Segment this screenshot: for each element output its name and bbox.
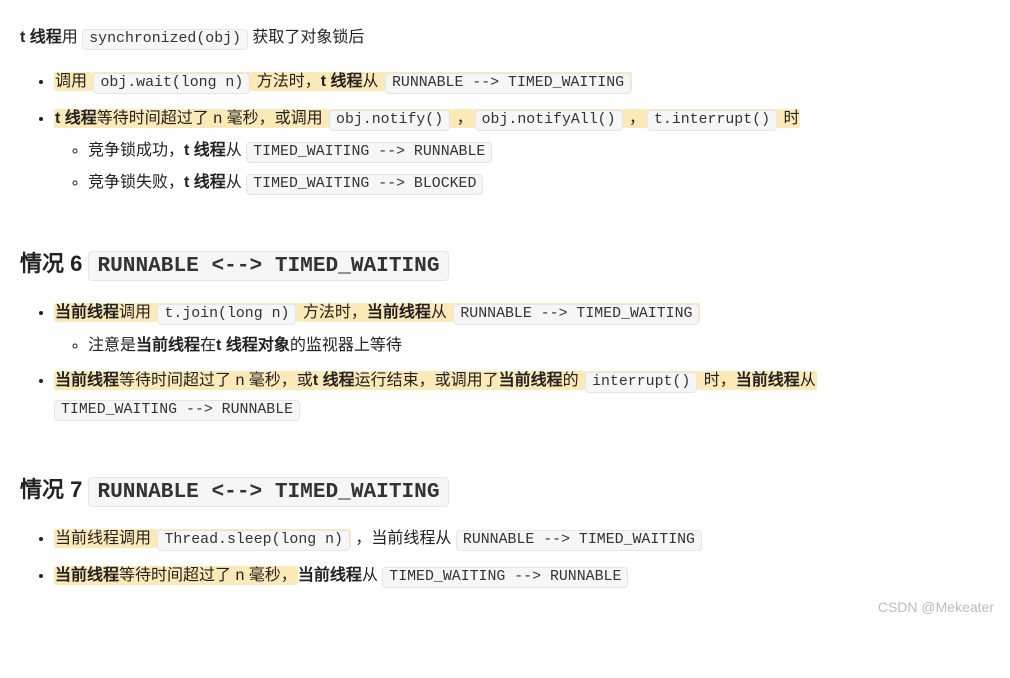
- list-item: 当前线程调用 t.join(long n) 方法时，当前线程从 RUNNABLE…: [54, 299, 990, 358]
- hl-span: 当前线程等待时间超过了 n 毫秒，或t 线程运行结束，或调用了当前线程的: [54, 371, 584, 390]
- text: 调用: [55, 73, 91, 90]
- heading-code: RUNNABLE <--> TIMED_WAITING: [88, 477, 448, 507]
- text: 从: [226, 142, 246, 159]
- list-case-7: 当前线程调用 Thread.sleep(long n) ，当前线程从 RUNNA…: [20, 525, 990, 590]
- hl-code-wrap: obj.wait(long n): [92, 72, 251, 91]
- sublist: 竞争锁成功，t 线程从 TIMED_WAITING --> RUNNABLE 竞…: [54, 137, 990, 198]
- text: 等待时间超过了 n 毫秒，或: [119, 372, 313, 389]
- hl-code-wrap: interrupt(): [584, 371, 698, 390]
- bold: t 线程对象: [216, 337, 290, 354]
- heading-prefix: 情况 6: [20, 251, 88, 276]
- hl-span: ，: [451, 109, 473, 128]
- hl-code-wrap: RUNNABLE --> TIMED_WAITING: [384, 72, 632, 91]
- heading-prefix: 情况 7: [20, 477, 88, 502]
- hl-span: ，: [624, 109, 646, 128]
- list-item: 当前线程等待时间超过了 n 毫秒，当前线程从 TIMED_WAITING -->…: [54, 562, 990, 590]
- text: 从: [363, 73, 383, 90]
- list-item: t 线程等待时间超过了 n 毫秒，或调用 obj.notify() ，obj.n…: [54, 105, 990, 198]
- bold: 当前线程: [736, 372, 800, 389]
- watermark: CSDN @Mekeater: [878, 596, 994, 620]
- hl-span: 调用: [54, 72, 92, 91]
- hl-span: 当前线程调用: [54, 529, 156, 548]
- text: 从: [362, 567, 382, 584]
- heading-case-7: 情况 7 RUNNABLE <--> TIMED_WAITING: [20, 471, 990, 511]
- hl-span: 方法时，当前线程从: [297, 303, 452, 322]
- text: 在: [200, 337, 216, 354]
- list-item: 竞争锁失败，t 线程从 TIMED_WAITING --> BLOCKED: [88, 169, 990, 197]
- bold: 当前线程: [55, 567, 119, 584]
- hl-span: t 线程等待时间超过了 n 毫秒，或调用: [54, 109, 328, 128]
- hl-code-wrap: RUNNABLE --> TIMED_WAITING: [452, 303, 700, 322]
- bold: t 线程: [321, 73, 363, 90]
- intro-line: t 线程用 synchronized(obj) 获取了对象锁后: [20, 24, 990, 52]
- list-item: 注意是当前线程在t 线程对象的监视器上等待: [88, 332, 990, 359]
- code: TIMED_WAITING --> BLOCKED: [246, 174, 483, 195]
- text: 调用: [119, 304, 155, 321]
- hl-code-wrap: Thread.sleep(long n): [156, 529, 351, 548]
- code: Thread.sleep(long n): [157, 530, 350, 551]
- bold: t 线程: [184, 174, 226, 191]
- hl-code-wrap: obj.notifyAll(): [474, 109, 624, 128]
- code: obj.notifyAll(): [475, 110, 623, 131]
- code: RUNNABLE --> TIMED_WAITING: [453, 304, 699, 325]
- hl-span: 当前线程调用: [54, 303, 156, 322]
- hl-span: 当前线程等待时间超过了 n 毫秒，: [54, 566, 298, 585]
- bold: 当前线程: [298, 567, 362, 584]
- heading-case-6: 情况 6 RUNNABLE <--> TIMED_WAITING: [20, 245, 990, 285]
- code: RUNNABLE --> TIMED_WAITING: [456, 530, 702, 551]
- hl-code-wrap: t.join(long n): [156, 303, 297, 322]
- text: 等待时间超过了 n 毫秒，: [119, 567, 297, 584]
- hl-code-wrap: t.interrupt(): [646, 109, 778, 128]
- text: 竞争锁成功，: [88, 142, 184, 159]
- heading-code: RUNNABLE <--> TIMED_WAITING: [88, 251, 448, 281]
- list-case-6: 当前线程调用 t.join(long n) 方法时，当前线程从 RUNNABLE…: [20, 299, 990, 423]
- text: 从: [431, 304, 451, 321]
- text: ，当前线程从: [351, 530, 456, 547]
- hl-span: 方法时，t 线程从: [251, 72, 384, 91]
- text: 的监视器上等待: [290, 337, 402, 354]
- bold: 当前线程: [499, 372, 563, 389]
- code: interrupt(): [585, 372, 697, 393]
- code: t.interrupt(): [647, 110, 777, 131]
- list-item: 当前线程等待时间超过了 n 毫秒，或t 线程运行结束，或调用了当前线程的 int…: [54, 367, 990, 424]
- hl-span: 时: [778, 109, 800, 128]
- text: 从: [226, 174, 246, 191]
- code: t.join(long n): [157, 304, 296, 325]
- intro-bold: t 线程: [20, 29, 62, 46]
- bold: t 线程: [313, 372, 355, 389]
- text: 方法时，: [298, 304, 366, 321]
- code: TIMED_WAITING --> RUNNABLE: [382, 567, 628, 588]
- text: 注意是: [88, 337, 136, 354]
- bold: 当前线程: [55, 304, 119, 321]
- hl-span: 时，当前线程从: [698, 371, 816, 390]
- text: 方法时，: [252, 73, 320, 90]
- intro-code1: synchronized(obj): [82, 29, 248, 50]
- code: RUNNABLE --> TIMED_WAITING: [385, 73, 631, 94]
- bold: t 线程: [55, 110, 97, 127]
- text: 从: [800, 372, 816, 389]
- bold: t 线程: [184, 142, 226, 159]
- bold: 当前线程: [367, 304, 431, 321]
- text: 等待时间超过了 n 毫秒，或调用: [97, 110, 327, 127]
- text: 的: [563, 372, 583, 389]
- text: 竞争锁失败，: [88, 174, 184, 191]
- bold: 当前线程: [55, 372, 119, 389]
- sublist: 注意是当前线程在t 线程对象的监视器上等待: [54, 332, 990, 359]
- text: 运行结束，或调用了: [355, 372, 499, 389]
- bold: 当前线程: [136, 337, 200, 354]
- code: TIMED_WAITING --> RUNNABLE: [54, 400, 300, 421]
- list-item: 竞争锁成功，t 线程从 TIMED_WAITING --> RUNNABLE: [88, 137, 990, 165]
- code: obj.wait(long n): [93, 73, 250, 94]
- list-item: 调用 obj.wait(long n) 方法时，t 线程从 RUNNABLE -…: [54, 68, 990, 96]
- list-1: 调用 obj.wait(long n) 方法时，t 线程从 RUNNABLE -…: [20, 68, 990, 197]
- code: obj.notify(): [329, 110, 450, 131]
- hl-code-wrap: obj.notify(): [328, 109, 451, 128]
- text: 时，: [699, 372, 735, 389]
- intro-suffix: 获取了对象锁后: [248, 29, 364, 46]
- code: TIMED_WAITING --> RUNNABLE: [246, 142, 492, 163]
- list-item: 当前线程调用 Thread.sleep(long n) ，当前线程从 RUNNA…: [54, 525, 990, 553]
- intro-text1: 用: [62, 29, 82, 46]
